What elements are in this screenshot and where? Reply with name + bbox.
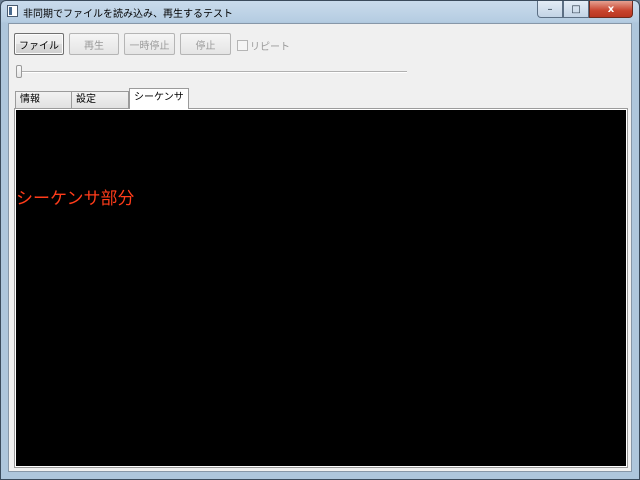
checkbox-box[interactable] [237,40,248,51]
play-button[interactable]: 再生 [69,33,119,55]
pause-button-label: 一時停止 [129,40,170,52]
caption-buttons: – □ x [537,1,633,18]
repeat-label: リピート [250,42,290,53]
seek-slider-thumb[interactable] [16,65,22,78]
file-button-label: ファイル [19,40,59,52]
play-button-label: 再生 [84,40,104,52]
tab-info[interactable]: 情報 [15,91,72,108]
minimize-icon: – [547,3,553,15]
maximize-icon: □ [571,3,581,15]
seek-slider-track[interactable] [17,71,407,73]
app-icon[interactable] [7,5,18,17]
tab-settings-label: 設定 [76,94,96,105]
window-title: 非同期でファイルを読み込み、再生するテスト [23,9,233,20]
tab-panel: シーケンサ部分 [14,108,628,468]
tab-settings[interactable]: 設定 [71,91,129,108]
tab-info-label: 情報 [20,94,40,105]
tab-sequencer[interactable]: シーケンサ [129,88,189,109]
client-area: ファイル 再生 一時停止 停止 リピート 情報 設定 シーケンサ シーケンサ部分 [8,23,632,472]
stop-button-label: 停止 [195,40,216,52]
app-window: 非同期でファイルを読み込み、再生するテスト – □ x ファイル 再生 一時停止… [0,0,640,480]
stop-button[interactable]: 停止 [180,33,231,55]
close-button[interactable]: x [589,1,633,18]
title-bar[interactable]: 非同期でファイルを読み込み、再生するテスト – □ x [1,1,639,22]
tab-sequencer-label: シーケンサ [134,92,184,103]
minimize-button[interactable]: – [537,1,563,18]
sequencer-text: シーケンサ部分 [16,189,135,209]
repeat-checkbox[interactable]: リピート [237,38,290,53]
file-button[interactable]: ファイル [14,33,64,55]
sequencer-panel[interactable]: シーケンサ部分 [16,110,626,466]
close-icon: x [607,3,615,15]
maximize-button[interactable]: □ [563,1,589,18]
pause-button[interactable]: 一時停止 [124,33,175,55]
